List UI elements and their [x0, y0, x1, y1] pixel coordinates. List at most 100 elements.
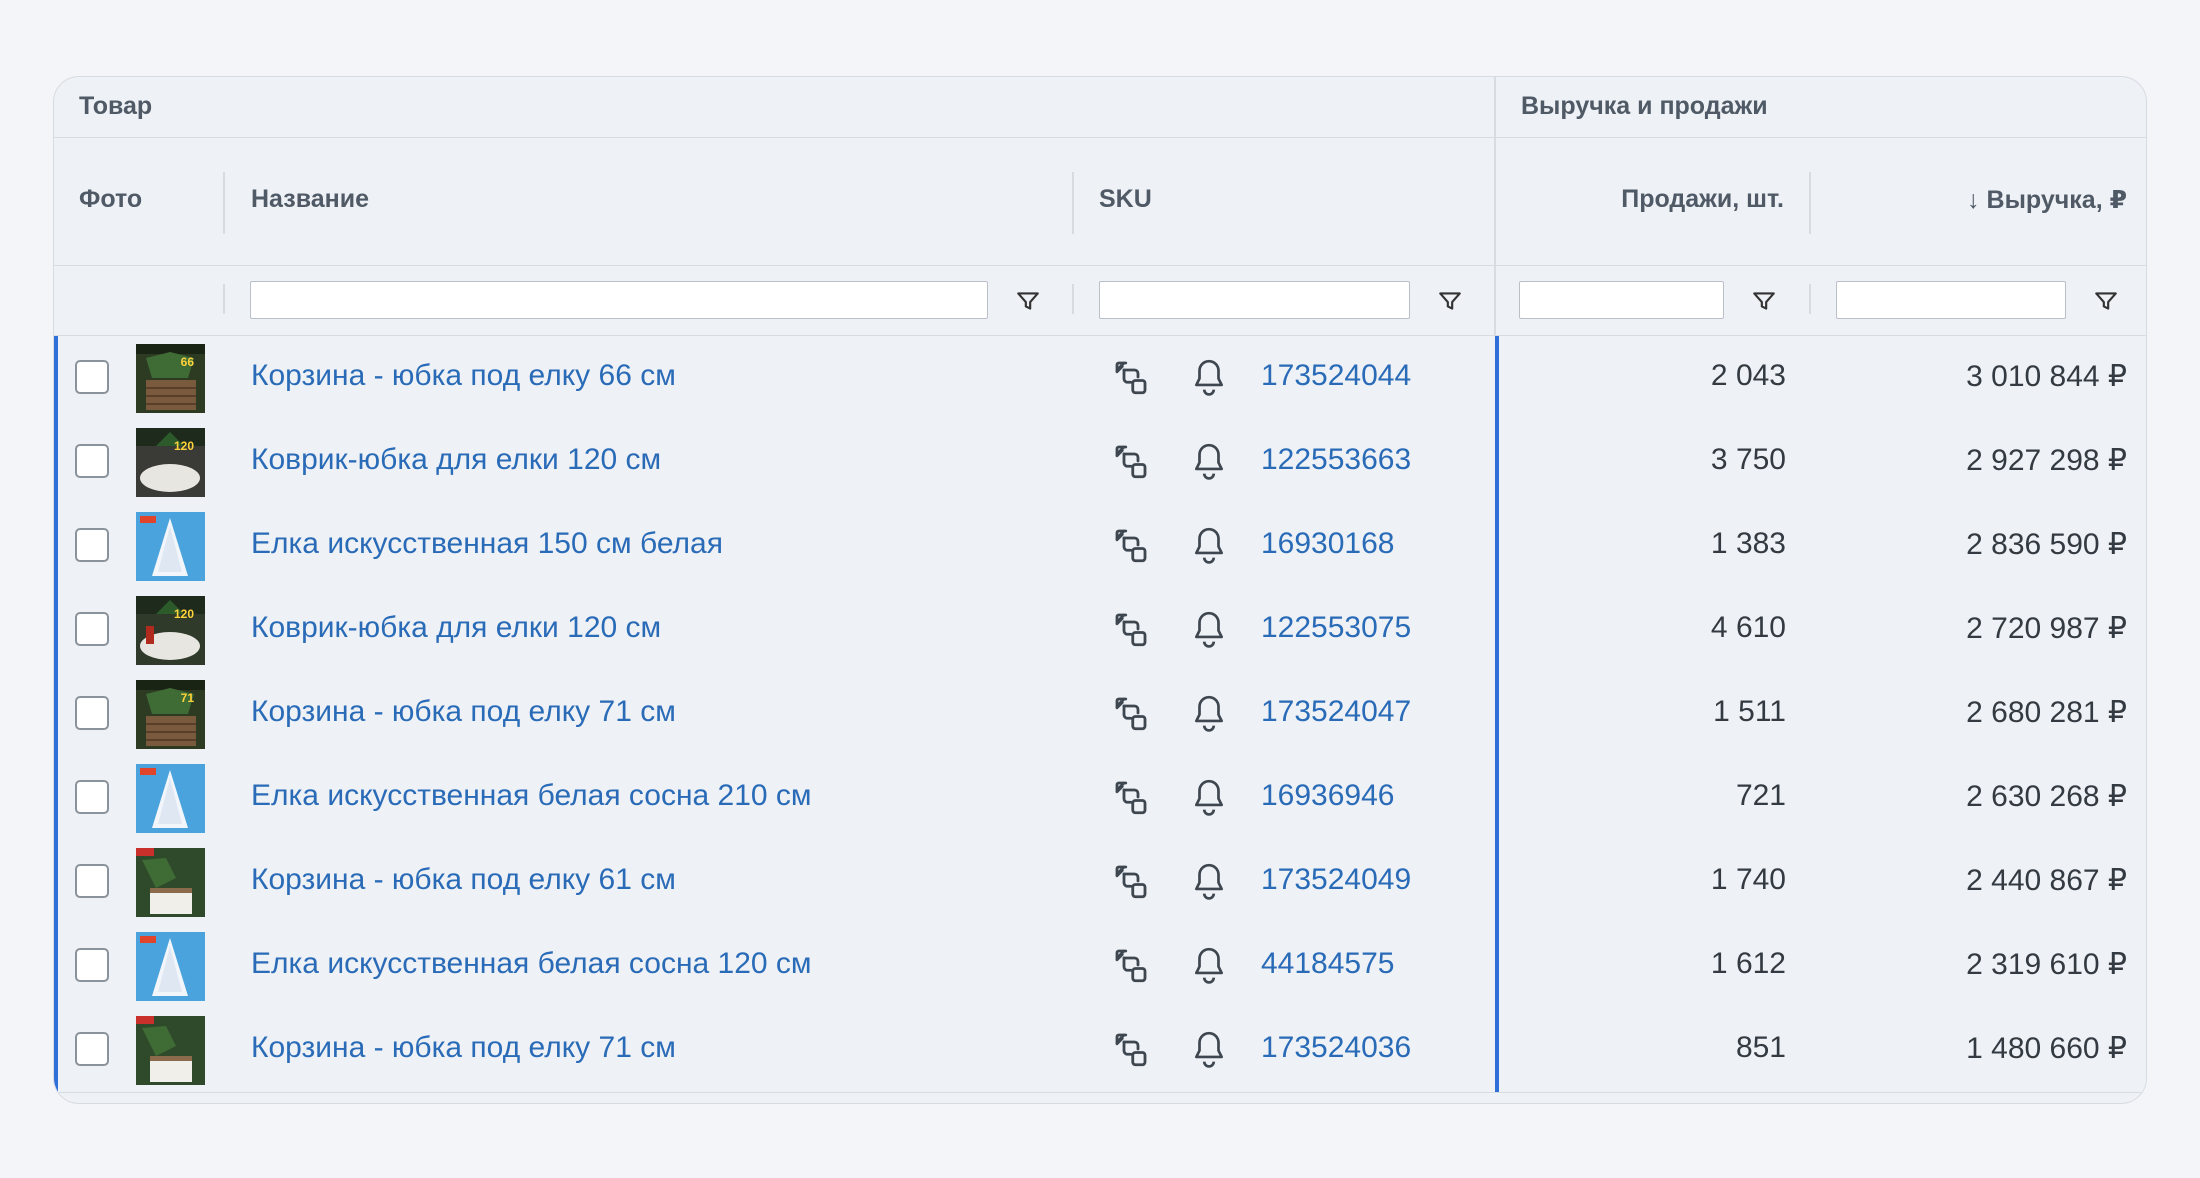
copy-icon[interactable]	[1110, 1028, 1152, 1070]
revenue-group-accent	[1495, 504, 1499, 588]
filter-icon[interactable]	[1015, 288, 1041, 314]
column-resize-handle	[1072, 172, 1074, 234]
product-name-link[interactable]: Корзина - юбка под елку 71 см	[251, 1031, 676, 1065]
filter-divider	[223, 284, 225, 314]
revenue-filter-input[interactable]	[1836, 281, 2066, 319]
name-filter-input[interactable]	[250, 281, 988, 319]
revenue-group-accent	[1495, 336, 1499, 420]
column-header-photo: Фото	[79, 185, 143, 213]
copy-icon[interactable]	[1110, 524, 1152, 566]
product-thumbnail[interactable]	[136, 764, 205, 833]
revenue-group-accent	[1495, 672, 1499, 756]
copy-icon[interactable]	[1110, 776, 1152, 818]
revenue-value: 2 836 590 ₽	[1966, 528, 2127, 561]
row-accent	[54, 504, 58, 588]
revenue-group-accent	[1495, 756, 1499, 840]
row-checkbox[interactable]	[75, 528, 109, 562]
table-row[interactable]: 66 Корзина - юбка под елку 66 см 1735240…	[54, 336, 2146, 421]
sales-filter-input[interactable]	[1519, 281, 1724, 319]
sku-link[interactable]: 44184575	[1261, 947, 1394, 981]
table-row[interactable]: Елка искусственная 150 см белая 16930168…	[54, 504, 2146, 589]
column-header-sku[interactable]: SKU	[1099, 185, 1152, 214]
sales-value: 1 511	[1713, 695, 1786, 728]
bell-icon[interactable]	[1190, 440, 1228, 482]
table-row[interactable]: 120 Коврик-юбка для елки 120 см 12255366…	[54, 420, 2146, 505]
product-name-link[interactable]: Корзина - юбка под елку 61 см	[251, 863, 676, 897]
row-checkbox[interactable]	[75, 864, 109, 898]
sku-link[interactable]: 173524036	[1261, 1031, 1411, 1065]
filter-icon[interactable]	[1751, 288, 1777, 314]
sku-link[interactable]: 122553663	[1261, 443, 1411, 477]
sku-link[interactable]: 173524049	[1261, 863, 1411, 897]
row-accent	[54, 588, 58, 672]
bell-icon[interactable]	[1190, 776, 1228, 818]
table-row[interactable]: Елка искусственная белая сосна 120 см 44…	[54, 924, 2146, 1009]
copy-icon[interactable]	[1110, 440, 1152, 482]
row-accent	[54, 756, 58, 840]
group-header-product: Товар	[79, 92, 153, 120]
row-checkbox[interactable]	[75, 444, 109, 478]
sku-link[interactable]: 173524044	[1261, 359, 1411, 393]
product-thumbnail[interactable]	[136, 932, 205, 1001]
revenue-group-accent	[1495, 924, 1499, 1008]
bell-icon[interactable]	[1190, 692, 1228, 734]
table-row[interactable]: Корзина - юбка под елку 71 см 173524036 …	[54, 1008, 2146, 1093]
sku-link[interactable]: 173524047	[1261, 695, 1411, 729]
filter-icon[interactable]	[1437, 288, 1463, 314]
bell-icon[interactable]	[1190, 1028, 1228, 1070]
table-row[interactable]: 120 Коврик-юбка для елки 120 см 12255307…	[54, 588, 2146, 673]
product-thumbnail[interactable]: 120	[136, 596, 205, 665]
table-row[interactable]: 71 Корзина - юбка под елку 71 см 1735240…	[54, 672, 2146, 757]
column-header-revenue[interactable]: ↓ Выручка, ₽	[1967, 185, 2127, 215]
sku-link[interactable]: 16936946	[1261, 779, 1394, 813]
copy-icon[interactable]	[1110, 860, 1152, 902]
svg-text:120: 120	[174, 439, 194, 453]
row-accent	[54, 1008, 58, 1092]
product-thumbnail[interactable]: 71	[136, 680, 205, 749]
product-thumbnail[interactable]: 120	[136, 428, 205, 497]
row-checkbox[interactable]	[75, 1032, 109, 1066]
row-accent	[54, 420, 58, 504]
row-checkbox[interactable]	[75, 780, 109, 814]
product-name-link[interactable]: Коврик-юбка для елки 120 см	[251, 443, 661, 477]
filter-icon[interactable]	[2093, 288, 2119, 314]
copy-icon[interactable]	[1110, 608, 1152, 650]
bell-icon[interactable]	[1190, 860, 1228, 902]
column-header-name[interactable]: Название	[251, 185, 369, 214]
column-header-sales[interactable]: Продажи, шт.	[1621, 185, 1784, 214]
product-thumbnail[interactable]	[136, 512, 205, 581]
revenue-value: 2 720 987 ₽	[1966, 612, 2127, 645]
bell-icon[interactable]	[1190, 524, 1228, 566]
product-name-link[interactable]: Елка искусственная белая сосна 210 см	[251, 779, 812, 813]
copy-icon[interactable]	[1110, 944, 1152, 986]
sku-link[interactable]: 16930168	[1261, 527, 1394, 561]
product-thumbnail[interactable]: 66	[136, 344, 205, 413]
row-checkbox[interactable]	[75, 360, 109, 394]
sales-value: 851	[1735, 1031, 1786, 1064]
revenue-value: 2 927 298 ₽	[1966, 444, 2127, 477]
table-row[interactable]: Елка искусственная белая сосна 210 см 16…	[54, 756, 2146, 841]
product-thumbnail[interactable]	[136, 848, 205, 917]
filter-divider	[1072, 284, 1074, 314]
product-name-link[interactable]: Елка искусственная белая сосна 120 см	[251, 947, 812, 981]
row-checkbox[interactable]	[75, 948, 109, 982]
product-name-link[interactable]: Корзина - юбка под елку 71 см	[251, 695, 676, 729]
bell-icon[interactable]	[1190, 944, 1228, 986]
sku-filter-input[interactable]	[1099, 281, 1410, 319]
revenue-group-accent	[1495, 420, 1499, 504]
product-name-link[interactable]: Елка искусственная 150 см белая	[251, 527, 723, 561]
product-name-link[interactable]: Коврик-юбка для елки 120 см	[251, 611, 661, 645]
product-name-link[interactable]: Корзина - юбка под елку 66 см	[251, 359, 676, 393]
row-checkbox[interactable]	[75, 696, 109, 730]
bell-icon[interactable]	[1190, 356, 1228, 398]
product-thumbnail[interactable]	[136, 1016, 205, 1085]
copy-icon[interactable]	[1110, 356, 1152, 398]
copy-icon[interactable]	[1110, 692, 1152, 734]
revenue-value: 3 010 844 ₽	[1966, 360, 2127, 393]
bell-icon[interactable]	[1190, 608, 1228, 650]
sku-link[interactable]: 122553075	[1261, 611, 1411, 645]
group-header-row: Товар Выручка и продажи	[54, 77, 2146, 138]
sales-value: 1 612	[1710, 947, 1786, 980]
row-checkbox[interactable]	[75, 612, 109, 646]
table-row[interactable]: Корзина - юбка под елку 61 см 173524049 …	[54, 840, 2146, 925]
